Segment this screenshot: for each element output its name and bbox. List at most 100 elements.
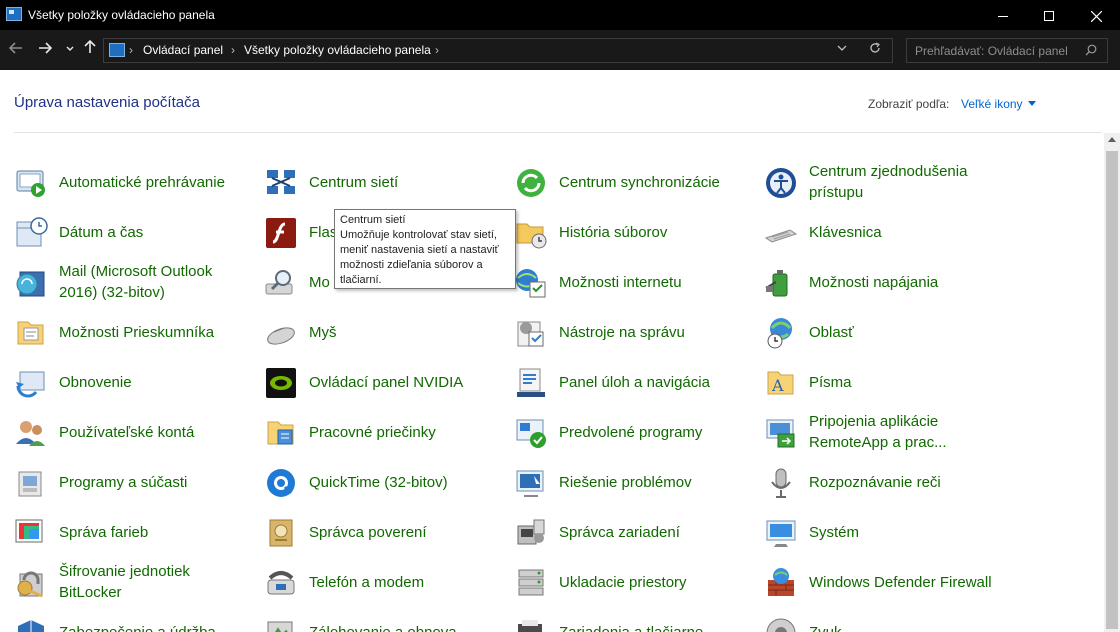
internet-options-icon[interactable] <box>514 266 548 300</box>
control-panel-item[interactable]: Ukladacie priestory <box>500 560 740 604</box>
control-panel-item-label[interactable]: Správca poverení <box>309 510 494 554</box>
credential-manager-icon[interactable] <box>264 516 298 550</box>
control-panel-item[interactable]: Centrum synchronizácie <box>500 160 740 204</box>
control-panel-item-label[interactable]: Oblasť <box>809 310 994 354</box>
control-panel-item-label[interactable]: Ovládací panel NVIDIA <box>309 360 494 404</box>
control-panel-item-label[interactable]: Zálohovanie a obnova <box>309 610 494 632</box>
bitlocker-icon[interactable] <box>14 566 48 600</box>
control-panel-item[interactable]: Používateľské kontá <box>0 410 240 454</box>
minimize-button[interactable] <box>980 0 1026 30</box>
control-panel-item[interactable]: Správca poverení <box>250 510 490 554</box>
control-panel-item[interactable]: Nástroje na správu <box>500 310 740 354</box>
control-panel-item-label[interactable]: História súborov <box>559 210 744 254</box>
control-panel-item[interactable]: Možnosti Prieskumníka <box>0 310 240 354</box>
control-panel-item-label[interactable]: Nástroje na správu <box>559 310 744 354</box>
system-icon[interactable] <box>764 516 798 550</box>
control-panel-item-label[interactable]: Zvuk <box>809 610 994 632</box>
control-panel-item[interactable]: Obnovenie <box>0 360 240 404</box>
microphone-icon[interactable] <box>764 466 798 500</box>
control-panel-item-label[interactable]: Centrum zjednodušenia prístupu <box>809 160 994 204</box>
back-button[interactable] <box>5 40 27 60</box>
control-panel-item[interactable]: Rozpoznávanie reči <box>750 460 990 504</box>
folder-options-icon[interactable] <box>14 316 48 350</box>
control-panel-item[interactable]: Telefón a modem <box>250 560 490 604</box>
control-panel-item[interactable]: Riešenie problémov <box>500 460 740 504</box>
control-panel-item-label[interactable]: Telefón a modem <box>309 560 494 604</box>
storage-spaces-icon[interactable] <box>514 566 548 600</box>
caret-down-icon[interactable] <box>1028 101 1036 106</box>
view-by-dropdown[interactable]: Veľké ikony <box>961 97 1023 111</box>
control-panel-item[interactable]: Zvuk <box>750 610 990 632</box>
control-panel-item[interactable]: Klávesnica <box>750 210 990 254</box>
network-center-icon[interactable] <box>264 166 298 200</box>
remoteapp-icon[interactable] <box>764 416 798 450</box>
control-panel-item-label[interactable]: Dátum a čas <box>59 210 244 254</box>
scroll-thumb[interactable] <box>1106 151 1118 629</box>
up-button[interactable] <box>79 39 101 60</box>
recent-locations-button[interactable] <box>59 40 81 60</box>
default-programs-icon[interactable] <box>514 416 548 450</box>
control-panel-item-label[interactable]: Centrum synchronizácie <box>559 160 744 204</box>
control-panel-item[interactable]: Automatické prehrávanie <box>0 160 240 204</box>
vertical-scrollbar[interactable] <box>1104 133 1120 632</box>
control-panel-item-label[interactable]: Písma <box>809 360 994 404</box>
control-panel-item[interactable]: Možnosti internetu <box>500 260 740 304</box>
control-panel-item[interactable]: Systém <box>750 510 990 554</box>
device-manager-icon[interactable] <box>514 516 548 550</box>
work-folders-icon[interactable] <box>264 416 298 450</box>
magnifier-icon[interactable] <box>264 266 298 300</box>
control-panel-item-label[interactable]: Zabezpečenie a údržba <box>59 610 244 632</box>
power-options-icon[interactable] <box>764 266 798 300</box>
control-panel-item-label[interactable]: Ukladacie priestory <box>559 560 744 604</box>
close-button[interactable] <box>1073 0 1119 30</box>
backup-restore-icon[interactable] <box>264 616 298 632</box>
control-panel-item[interactable]: Centrum zjednodušenia prístupu <box>750 160 990 204</box>
sync-center-icon[interactable] <box>514 166 548 200</box>
scroll-up-icon[interactable] <box>1108 137 1116 142</box>
control-panel-item-label[interactable]: Myš <box>309 310 494 354</box>
mail-icon[interactable] <box>14 266 48 300</box>
flash-icon[interactable] <box>264 216 298 250</box>
control-panel-item-label[interactable]: Zariadenia a tlačiarne <box>559 610 744 632</box>
control-panel-item[interactable]: Myš <box>250 310 490 354</box>
search-icon[interactable] <box>1085 44 1097 56</box>
control-panel-item[interactable]: Pracovné priečinky <box>250 410 490 454</box>
control-panel-item-label[interactable]: Automatické prehrávanie <box>59 160 244 204</box>
ease-of-access-icon[interactable] <box>764 166 798 200</box>
control-panel-item[interactable]: História súborov <box>500 210 740 254</box>
keyboard-icon[interactable] <box>764 216 798 250</box>
quicktime-icon[interactable] <box>264 466 298 500</box>
control-panel-item[interactable]: Správca zariadení <box>500 510 740 554</box>
sound-icon[interactable] <box>764 616 798 632</box>
forward-button[interactable] <box>34 40 56 60</box>
control-panel-item[interactable]: Dátum a čas <box>0 210 240 254</box>
devices-printers-icon[interactable] <box>514 616 548 632</box>
security-maintenance-icon[interactable] <box>14 616 48 632</box>
control-panel-item[interactable]: Šifrovanie jednotiek BitLocker <box>0 560 240 604</box>
control-panel-item-label[interactable]: Šifrovanie jednotiek BitLocker <box>59 560 244 604</box>
breadcrumb-separator-icon[interactable]: › <box>231 43 235 57</box>
breadcrumb-separator-icon[interactable]: › <box>129 43 133 57</box>
fonts-icon[interactable]: A <box>764 366 798 400</box>
breadcrumb-all-items[interactable]: Všetky položky ovládacieho panela <box>244 43 431 57</box>
programs-features-icon[interactable] <box>14 466 48 500</box>
recovery-icon[interactable] <box>14 366 48 400</box>
breadcrumb-control-panel[interactable]: Ovládací panel <box>143 43 223 57</box>
control-panel-item-label[interactable]: Panel úloh a navigácia <box>559 360 744 404</box>
breadcrumb-separator-icon[interactable]: › <box>435 43 439 57</box>
color-management-icon[interactable] <box>14 516 48 550</box>
calendar-clock-icon[interactable] <box>14 216 48 250</box>
control-panel-item-label[interactable]: Programy a súčasti <box>59 460 244 504</box>
control-panel-item[interactable]: Pripojenia aplikácie RemoteApp a prac... <box>750 410 990 454</box>
control-panel-item-label[interactable]: Správca zariadení <box>559 510 744 554</box>
control-panel-item[interactable]: Windows Defender Firewall <box>750 560 992 604</box>
troubleshooting-icon[interactable] <box>514 466 548 500</box>
control-panel-item[interactable]: Možnosti napájania <box>750 260 990 304</box>
search-input[interactable] <box>915 42 1075 59</box>
control-panel-item-label[interactable]: Možnosti Prieskumníka <box>59 310 244 354</box>
control-panel-item[interactable]: Zálohovanie a obnova <box>250 610 490 632</box>
control-panel-item[interactable]: Zariadenia a tlačiarne <box>500 610 740 632</box>
refresh-button[interactable] <box>869 41 881 57</box>
control-panel-item-label[interactable]: Rozpoznávanie reči <box>809 460 994 504</box>
control-panel-item[interactable]: Zabezpečenie a údržba <box>0 610 240 632</box>
